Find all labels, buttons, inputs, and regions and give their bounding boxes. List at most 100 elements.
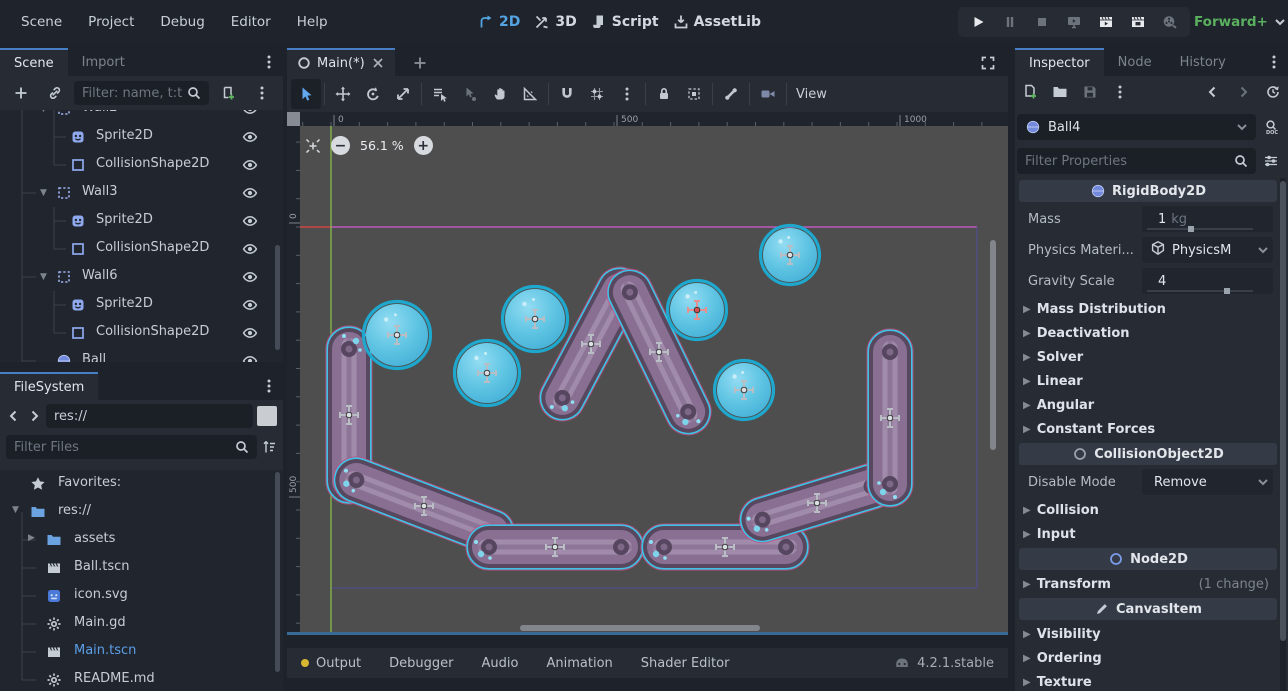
scene-tree-row[interactable]: Sprite2D (0, 207, 283, 235)
inspector-menu-icon[interactable] (1266, 54, 1282, 70)
rotate-tool-button[interactable] (358, 79, 388, 109)
group-solver[interactable]: ▶Solver (1017, 345, 1279, 369)
new-resource-button[interactable] (1015, 77, 1045, 107)
dropdown[interactable]: Remove (1142, 469, 1273, 495)
scale-tool-button[interactable] (388, 79, 418, 109)
category-canvasitem[interactable]: CanvasItem (1019, 598, 1277, 620)
history-list-button[interactable] (1258, 77, 1288, 107)
file-filter-input[interactable]: Filter Files (6, 435, 257, 459)
scene-tree-scrollbar[interactable] (275, 245, 280, 350)
canvas[interactable]: 05001000 0500 − 56.1 % + (287, 112, 1008, 635)
group-deactivation[interactable]: ▶Deactivation (1017, 321, 1279, 345)
visibility-eye-icon[interactable] (242, 157, 258, 173)
movie-maker-button[interactable] (1154, 9, 1186, 35)
scene-tree-row[interactable]: Sprite2D (0, 123, 283, 151)
resource-picker[interactable]: PhysicsM (1142, 237, 1273, 263)
ruler-tool-button[interactable] (515, 79, 545, 109)
nav-back-icon[interactable] (6, 408, 22, 424)
file-tree-row[interactable]: README.md (0, 666, 283, 691)
fs-dock-menu-icon[interactable] (261, 378, 277, 394)
menu-help[interactable]: Help (284, 0, 341, 44)
listsel-tool-button[interactable] (425, 79, 455, 109)
bottom-panel-output[interactable]: Output (301, 656, 361, 671)
snapcur-tool-button[interactable] (455, 79, 485, 109)
file-tree-row[interactable]: Ball.tscn (0, 554, 283, 582)
scene-tree-row[interactable]: CollisionShape2D (0, 235, 283, 263)
folder-arrow-icon[interactable]: ▼ (12, 505, 19, 515)
bottom-panel-shader-editor[interactable]: Shader Editor (641, 656, 730, 671)
slider-handle[interactable] (1188, 226, 1194, 232)
file-tree-row[interactable]: ▶assets (0, 526, 283, 554)
file-tree-scrollbar[interactable] (275, 472, 280, 672)
category-node2d[interactable]: Node2D (1019, 548, 1277, 570)
visibility-eye-icon[interactable] (242, 325, 258, 341)
group-linear[interactable]: ▶Linear (1017, 369, 1279, 393)
close-tab-icon[interactable] (372, 55, 385, 71)
load-resource-button[interactable] (1045, 77, 1075, 107)
scene-filter-input[interactable]: Filter: name, t:t (74, 81, 209, 105)
group-tool-button[interactable] (679, 79, 709, 109)
visibility-eye-icon[interactable] (242, 185, 258, 201)
bottom-panel-animation[interactable]: Animation (546, 656, 612, 671)
nav-forward-icon[interactable] (26, 408, 42, 424)
tab-inspector[interactable]: Inspector (1015, 48, 1104, 76)
menu-debug[interactable]: Debug (147, 0, 217, 44)
file-tree-row[interactable]: Favorites: (0, 470, 283, 498)
collapse-arrow-icon[interactable]: ▼ (40, 188, 47, 198)
tab-history[interactable]: History (1166, 48, 1240, 76)
menu-editor[interactable]: Editor (218, 0, 284, 44)
move-tool-button[interactable] (328, 79, 358, 109)
play-custom-scene-button[interactable] (1122, 9, 1154, 35)
sort-files-icon[interactable] (261, 439, 277, 455)
visibility-eye-icon[interactable] (242, 110, 258, 117)
workspace-tab-assetlib[interactable]: AssetLib (673, 14, 761, 30)
group-input[interactable]: ▶Input (1017, 522, 1279, 546)
new-tab-icon[interactable] (412, 55, 428, 71)
open-docs-button[interactable]: DOC (1256, 112, 1286, 142)
zoom-out-button[interactable]: − (331, 136, 350, 155)
dots-tool-button[interactable] (612, 79, 642, 109)
file-tree-row[interactable]: Main.gd (0, 610, 283, 638)
scene-tree-row[interactable]: ▼Wall3 (0, 179, 283, 207)
view-menu[interactable]: View (796, 87, 827, 102)
file-tree-row[interactable]: ▼res:// (0, 498, 283, 526)
group-visibility[interactable]: ▶Visibility (1017, 622, 1279, 646)
collapse-arrow-icon[interactable]: ▼ (40, 110, 47, 114)
collapse-arrow-icon[interactable]: ▼ (40, 272, 47, 282)
tab-scene[interactable]: Scene (0, 48, 68, 76)
zoom-in-button[interactable]: + (414, 136, 433, 155)
inspector-scrollbar[interactable] (1280, 181, 1286, 641)
spin-slider[interactable]: 4 (1142, 268, 1273, 294)
scene-tree-row[interactable]: CollisionShape2D (0, 319, 283, 347)
scene-tree-row[interactable]: ▼Wall2 (0, 110, 283, 123)
workspace-tab-3d[interactable]: 3D (534, 14, 576, 30)
visibility-eye-icon[interactable] (242, 353, 258, 362)
select-tool-button[interactable] (291, 79, 321, 109)
filter-properties-input[interactable]: Filter Properties (1017, 148, 1256, 174)
spin-slider[interactable]: 1kg (1142, 206, 1273, 232)
group-angular[interactable]: ▶Angular (1017, 393, 1279, 417)
group-collision[interactable]: ▶Collision (1017, 498, 1279, 522)
slider-handle[interactable] (1224, 288, 1230, 294)
file-tree-row[interactable]: icon.svg (0, 582, 283, 610)
visibility-eye-icon[interactable] (242, 129, 258, 145)
history-back-button[interactable] (1198, 77, 1228, 107)
gridsnap-tool-button[interactable] (582, 79, 612, 109)
scene-tree-row[interactable]: Sprite2D (0, 291, 283, 319)
instance-scene-button[interactable] (40, 78, 70, 108)
scene-tree-row[interactable]: CollisionShape2D (0, 151, 283, 179)
tab-filesystem[interactable]: FileSystem (0, 372, 98, 400)
h-scrollbar[interactable] (520, 625, 760, 631)
menu-scene[interactable]: Scene (8, 0, 75, 44)
property-tools-button[interactable] (1256, 146, 1286, 176)
visibility-eye-icon[interactable] (242, 241, 258, 257)
bottom-panel-audio[interactable]: Audio (482, 656, 519, 671)
group-transform[interactable]: ▶Transform(1 change) (1017, 572, 1279, 596)
tab-node[interactable]: Node (1104, 48, 1166, 76)
pause-button[interactable] (994, 9, 1026, 35)
workspace-tab-script[interactable]: Script (591, 14, 659, 30)
history-forward-button[interactable] (1228, 77, 1258, 107)
visibility-eye-icon[interactable] (242, 297, 258, 313)
camera-tool-button[interactable] (753, 79, 783, 109)
scene-tab-main[interactable]: Main(*) (287, 48, 395, 76)
